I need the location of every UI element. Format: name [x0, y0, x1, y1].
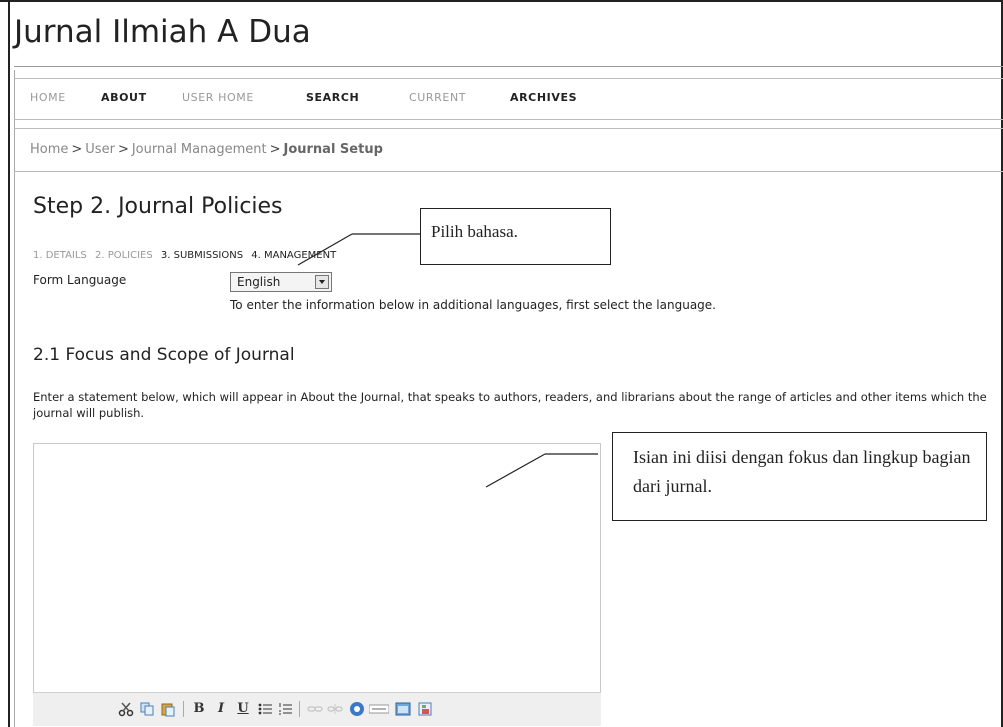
breadcrumb-journal-management[interactable]: Journal Management — [132, 142, 267, 157]
nav-user-home[interactable]: USER HOME — [182, 91, 254, 104]
chevron-down-icon[interactable] — [315, 275, 329, 289]
breadcrumb-user[interactable]: User — [85, 142, 115, 157]
window-frame-top — [0, 0, 1003, 2]
page-title: Step 2. Journal Policies — [33, 194, 283, 219]
help-icon[interactable] — [349, 701, 365, 717]
numbered-list-icon[interactable] — [277, 701, 293, 717]
annotation-focus-note: Isian ini diisi dengan fokus dan lingkup… — [612, 432, 987, 521]
italic-icon[interactable]: I — [213, 701, 229, 717]
html-icon[interactable] — [369, 701, 389, 717]
copy-icon[interactable] — [139, 701, 155, 717]
header-divider — [14, 66, 1003, 67]
focus-scope-editor[interactable] — [33, 443, 601, 725]
bullet-list-icon[interactable] — [257, 701, 273, 717]
breadcrumb-separator: > — [117, 142, 129, 157]
paste-icon[interactable] — [160, 701, 176, 717]
breadcrumb-separator: > — [269, 142, 281, 157]
editor-toolbar: B I U — [33, 692, 601, 726]
link-icon[interactable] — [307, 701, 323, 717]
annotation-language-note: Pilih bahasa. — [420, 208, 611, 265]
nav-search[interactable]: SEARCH — [306, 91, 359, 104]
nav-archives[interactable]: ARCHIVES — [510, 91, 577, 104]
setup-steps: 1. DETAILS 2. POLICIES 3. SUBMISSIONS 4.… — [33, 250, 341, 261]
step-submissions-link[interactable]: 3. SUBMISSIONS — [161, 250, 243, 261]
breadcrumb-home[interactable]: Home — [30, 142, 68, 157]
main-nav: HOME ABOUT USER HOME SEARCH CURRENT ARCH… — [14, 78, 1003, 120]
breadcrumb-bar: Home > User > Journal Management > Journal Set… — [14, 128, 1003, 172]
nav-about[interactable]: ABOUT — [101, 91, 147, 104]
breadcrumb: Home > User > Journal Management > Journal Set… — [30, 142, 383, 157]
section-description: Enter a statement below, which will appe… — [33, 390, 987, 420]
form-language-value: English — [237, 275, 281, 289]
breadcrumb-separator: > — [71, 142, 83, 157]
form-language-help: To enter the information below in additi… — [230, 298, 716, 312]
section-heading: 2.1 Focus and Scope of Journal — [33, 345, 295, 365]
bold-icon[interactable]: B — [191, 701, 207, 717]
underline-icon[interactable]: U — [235, 701, 251, 717]
unlink-icon[interactable] — [327, 701, 343, 717]
fullscreen-icon[interactable] — [395, 701, 411, 717]
form-language-select[interactable]: English — [230, 272, 332, 292]
image-icon[interactable] — [417, 701, 433, 717]
cut-icon[interactable] — [118, 701, 134, 717]
breadcrumb-current[interactable]: Journal Setup — [283, 142, 382, 157]
step-details-link[interactable]: 1. DETAILS — [33, 250, 87, 261]
form-language-label: Form Language — [33, 273, 127, 287]
toolbar-divider — [183, 701, 184, 717]
step-policies-link[interactable]: 2. POLICIES — [95, 250, 153, 261]
nav-home[interactable]: HOME — [30, 91, 66, 104]
toolbar-divider — [299, 701, 300, 717]
nav-current[interactable]: CURRENT — [409, 91, 466, 104]
window-frame-left — [8, 0, 10, 727]
step-management-link[interactable]: 4. MANAGEMENT — [251, 250, 336, 261]
site-title: Jurnal Ilmiah A Dua — [14, 14, 311, 50]
